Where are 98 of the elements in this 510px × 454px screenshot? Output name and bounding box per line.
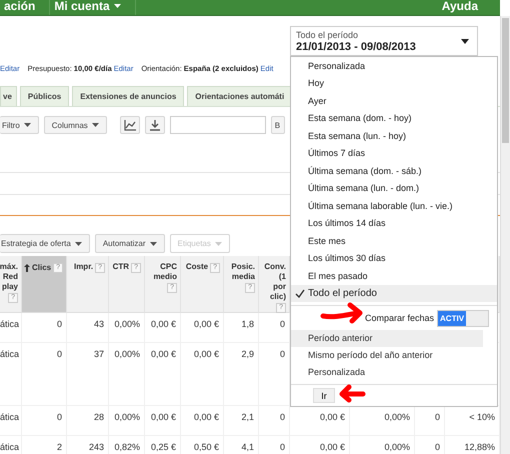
search-button[interactable]: B <box>270 116 285 134</box>
table-cell: 0,00 € <box>194 349 219 359</box>
chart-button[interactable] <box>120 116 140 134</box>
table-cell: 0,00 € <box>150 349 176 359</box>
date-range-option[interactable]: Esta semana (lun. - hoy) <box>291 127 497 144</box>
column-label: máx. Red play <box>0 262 18 292</box>
compare-period-option[interactable]: Período anterior <box>291 330 483 347</box>
tab[interactable]: Públicos <box>20 86 70 106</box>
date-range-option[interactable]: Última semana (lun. - dom.) <box>291 180 497 197</box>
tab[interactable]: Orientaciones automáti <box>187 86 292 106</box>
column-label: Posic. media <box>231 262 255 282</box>
date-range-option[interactable]: Este mes <box>291 232 497 250</box>
table-cell: 0,25 € <box>150 442 176 452</box>
checkmark-icon <box>295 288 305 298</box>
date-range-option[interactable]: Ayer <box>291 92 497 110</box>
table-cell: 43 <box>94 319 104 329</box>
date-range-option[interactable]: Los últimos 14 días <box>291 214 497 232</box>
table-cell: ática <box>0 412 20 422</box>
table-cell: 0,00% <box>114 349 140 359</box>
compare-toggle[interactable]: ACTIV <box>437 310 490 326</box>
caret-icon <box>461 39 469 44</box>
table-cell: 0 <box>280 442 285 452</box>
table-cell: 2 <box>56 442 62 452</box>
columns-button[interactable]: Columnas <box>44 116 107 134</box>
date-range-option[interactable]: Última semana laborable (lun. - vie.) <box>291 197 497 214</box>
table-cell: 2,9 <box>241 349 254 359</box>
date-range-option[interactable]: Hoy <box>291 74 497 92</box>
date-range-option[interactable]: Todo el período <box>291 284 497 302</box>
action-dropdown-button[interactable]: Automatizar <box>94 234 165 253</box>
action-dropdown-button[interactable]: Estrategia de oferta <box>0 234 90 253</box>
date-range-option[interactable]: El mes pasado <box>291 267 497 284</box>
table-cell: ática <box>0 349 20 359</box>
table-cell: 12,88% <box>464 442 495 452</box>
filter-button[interactable]: Filtro <box>0 116 39 134</box>
table-cell: 0,00 € <box>320 412 345 422</box>
caret-icon <box>74 242 82 246</box>
table-cell: 0 <box>280 319 285 329</box>
nav-menu-item[interactable]: Mi cuenta <box>50 0 136 15</box>
column-label: Conv. (1 por clic) <box>264 262 286 302</box>
table-cell: 0 <box>280 349 285 359</box>
date-range-option[interactable]: Los últimos 30 días <box>291 250 497 267</box>
annotation-arrow <box>338 383 366 403</box>
table-cell: < 10% <box>469 412 495 422</box>
download-button[interactable] <box>144 116 165 134</box>
date-range-option[interactable]: Personalizada <box>291 57 497 74</box>
date-range-option[interactable]: Esta semana (dom. - hoy) <box>291 110 497 127</box>
compare-period-option[interactable]: Personalizada <box>291 364 483 381</box>
table-cell: 28 <box>94 412 104 422</box>
caret-icon <box>24 123 31 127</box>
table-cell: 0,00 € <box>320 442 345 452</box>
line-chart-icon <box>124 120 136 130</box>
download-icon <box>150 120 160 130</box>
table-cell: ática <box>0 319 20 329</box>
column-label: CPC medio <box>153 262 177 282</box>
go-button[interactable]: Ir <box>313 388 335 403</box>
tab[interactable]: Extensiones de anuncios <box>72 86 184 106</box>
table-cell: 0 <box>56 412 62 422</box>
table-cell: 0 <box>56 319 62 329</box>
table-cell: 0,00 € <box>150 319 176 329</box>
caret-icon <box>92 123 99 127</box>
date-range-option[interactable]: Última semana (dom. - sáb.) <box>291 162 497 180</box>
table-cell: 0,00% <box>384 412 410 422</box>
table-cell: 0 <box>56 349 62 359</box>
table-cell: 37 <box>94 349 104 359</box>
column-label: Impr. <box>74 262 94 272</box>
compare-dates-label: Comparar fechas <box>365 313 434 323</box>
table-cell: 0 <box>434 412 440 422</box>
caret-icon <box>150 242 157 246</box>
table-cell: ática <box>0 442 20 452</box>
search-field[interactable] <box>170 116 266 134</box>
caret-icon <box>214 242 222 246</box>
help-link[interactable]: Ayuda <box>438 0 500 15</box>
column-label: CTR <box>112 262 130 272</box>
table-cell: 0 <box>434 442 440 452</box>
table-cell: 0,00% <box>384 442 410 452</box>
table-cell: 0,50 € <box>194 442 219 452</box>
compare-period-option[interactable]: Mismo período del año anterior <box>291 347 483 364</box>
date-range-option[interactable]: Últimos 7 días <box>291 144 497 162</box>
table-cell: 0,00 € <box>150 412 176 422</box>
scrollbar-thumb[interactable] <box>502 18 509 143</box>
table-cell: 0,00% <box>114 412 140 422</box>
sort-arrow-icon <box>24 264 30 272</box>
table-cell: 1,8 <box>241 319 254 329</box>
scrollbar[interactable] <box>500 16 510 454</box>
column-label: Coste <box>186 262 208 272</box>
table-cell: 2,1 <box>241 412 254 422</box>
table-cell: 243 <box>88 442 104 452</box>
table-cell: 0,82% <box>114 442 140 452</box>
column-label: Clics <box>32 262 52 272</box>
tab[interactable]: ve <box>0 86 17 106</box>
table-cell: 0 <box>280 412 285 422</box>
table-cell: 4,1 <box>241 442 254 452</box>
table-cell: 0,00 € <box>194 319 219 329</box>
annotation-arrow <box>320 301 364 325</box>
table-cell: 0,00 € <box>194 412 219 422</box>
date-range-picker[interactable]: Todo el período 21/01/2013 - 09/08/2013 <box>290 26 478 56</box>
nav-menu-item[interactable]: ación <box>0 0 50 15</box>
table-cell: 0,00% <box>114 319 140 329</box>
